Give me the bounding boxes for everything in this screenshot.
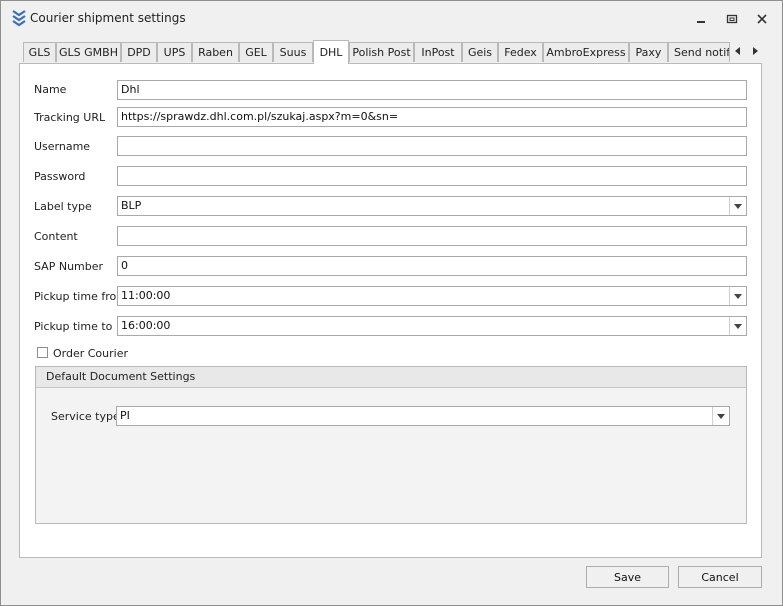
window-title: Courier shipment settings	[30, 11, 186, 25]
tab-send-notification[interactable]: Send notifi	[668, 42, 730, 62]
content-label: Content	[34, 230, 78, 243]
tab-dpd[interactable]: DPD	[121, 42, 157, 62]
sap-number-label: SAP Number	[34, 260, 104, 273]
label-type-dropdown-button[interactable]	[729, 197, 746, 215]
pickup-time-from-label: Pickup time from	[34, 290, 127, 303]
label-type-select[interactable]: BLP	[117, 196, 747, 216]
tab-gls[interactable]: GLS	[23, 42, 56, 62]
save-button[interactable]: Save	[586, 566, 669, 588]
settings-window: Courier shipment settings GLS GLS GMBH D…	[0, 0, 783, 606]
tab-paxy[interactable]: Paxy	[629, 42, 668, 62]
tab-gel[interactable]: GEL	[239, 42, 273, 62]
username-label: Username	[34, 140, 91, 153]
tab-gls-gmbh[interactable]: GLS GMBH	[56, 42, 121, 62]
tab-ups[interactable]: UPS	[157, 42, 192, 62]
dhl-settings-page: Name Dhl Tracking URL https://sprawdz.dh…	[19, 63, 762, 558]
username-input[interactable]	[117, 136, 747, 156]
group-header: Default Document Settings	[36, 367, 746, 388]
pickup-time-from-value: 11:00:00	[121, 289, 171, 302]
name-input[interactable]: Dhl	[117, 80, 747, 100]
group-title: Default Document Settings	[46, 370, 196, 383]
tab-geis[interactable]: Geis	[462, 42, 498, 62]
tab-raben[interactable]: Raben	[192, 42, 239, 62]
service-type-select[interactable]: PI	[116, 406, 730, 426]
minimize-icon	[697, 21, 705, 23]
pickup-time-from-select[interactable]: 11:00:00	[117, 286, 747, 306]
password-label: Password	[34, 170, 86, 183]
courier-tabstrip: GLS GLS GMBH DPD UPS Raben GEL Suus DHL …	[23, 40, 763, 64]
password-input[interactable]	[117, 166, 747, 186]
tab-fedex[interactable]: Fedex	[498, 42, 543, 62]
arrow-right-icon	[753, 47, 758, 55]
title-bar: Courier shipment settings	[1, 1, 782, 35]
restore-icon	[726, 14, 738, 24]
tab-polish-post[interactable]: Polish Post	[349, 42, 414, 62]
service-type-value: PI	[120, 409, 130, 422]
pickup-time-to-select[interactable]: 16:00:00	[117, 316, 747, 336]
tab-suus[interactable]: Suus	[273, 42, 313, 62]
pickup-time-to-value: 16:00:00	[121, 319, 171, 332]
order-courier-label[interactable]: Order Courier	[53, 347, 128, 360]
tracking-url-input[interactable]: https://sprawdz.dhl.com.pl/szukaj.aspx?m…	[117, 107, 747, 127]
chevron-down-icon	[734, 203, 742, 209]
arrow-left-icon	[735, 47, 740, 55]
service-type-label: Service type	[51, 410, 120, 423]
default-document-settings-group: Default Document Settings Service type P…	[35, 366, 747, 524]
chevron-down-icon	[734, 323, 742, 329]
restore-button[interactable]	[722, 10, 742, 28]
tab-ambroexpress[interactable]: AmbroExpress	[543, 42, 629, 62]
chevron-down-icon	[734, 293, 742, 299]
tab-scroll-right-button[interactable]	[748, 44, 762, 58]
sap-number-input[interactable]: 0	[117, 256, 747, 276]
pickup-time-to-dropdown-button[interactable]	[729, 317, 746, 335]
minimize-button[interactable]	[691, 10, 711, 28]
close-icon	[757, 14, 767, 24]
tracking-url-label: Tracking URL	[34, 111, 106, 124]
cancel-button[interactable]: Cancel	[678, 566, 762, 588]
content-input[interactable]	[117, 226, 747, 246]
label-type-value: BLP	[121, 199, 142, 212]
service-type-dropdown-button[interactable]	[712, 407, 729, 425]
tab-dhl[interactable]: DHL	[313, 40, 349, 64]
tab-scroll-left-button[interactable]	[731, 44, 745, 58]
label-type-label: Label type	[34, 200, 92, 213]
tab-inpost[interactable]: InPost	[414, 42, 462, 62]
close-button[interactable]	[752, 10, 772, 28]
chevron-stack-icon	[11, 9, 27, 27]
pickup-time-from-dropdown-button[interactable]	[729, 287, 746, 305]
chevron-down-icon	[717, 413, 725, 419]
order-courier-checkbox[interactable]	[37, 347, 48, 358]
name-label: Name	[34, 83, 67, 96]
pickup-time-to-label: Pickup time to	[34, 320, 113, 333]
